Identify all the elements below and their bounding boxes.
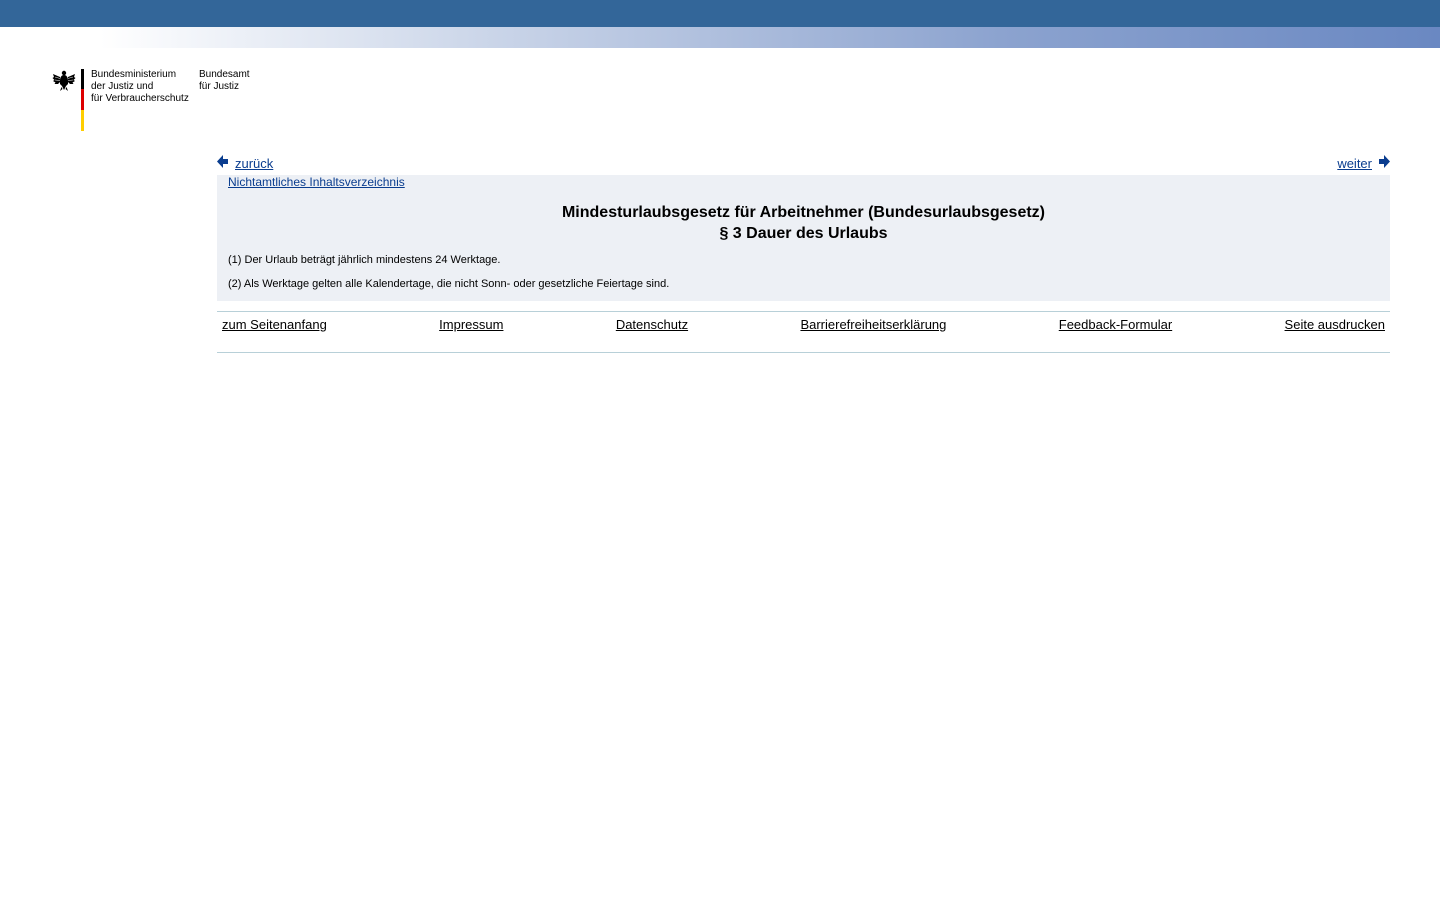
footer-link-privacy[interactable]: Datenschutz [616,317,688,333]
flag-stripe [81,69,84,131]
law-content-box: Nichtamtliches Inhaltsverzeichnis Mindes… [217,175,1390,301]
top-bar [0,0,1440,27]
pagination-nav: zurück weiter [217,155,1390,175]
toc-link[interactable]: Nichtamtliches Inhaltsverzeichnis [228,175,405,189]
footer-link-impressum[interactable]: Impressum [439,317,503,333]
office-line: Bundesamt [199,69,250,80]
footer-link-feedback[interactable]: Feedback-Formular [1059,317,1172,333]
footer-link-top[interactable]: zum Seitenanfang [222,317,327,333]
gradient-bar [0,27,1440,48]
forward-link-label[interactable]: weiter [1337,155,1372,173]
ministry-line: Bundesministerium [91,69,177,80]
section-title: § 3 Dauer des Urlaubs [719,225,888,242]
arrow-right-icon [1379,155,1390,168]
paragraph: (1) Der Urlaub beträgt jährlich mindeste… [228,254,501,266]
law-title: Mindesturlaubsgesetz für Arbeitnehmer (B… [561,204,1046,221]
footer-links: zum Seitenanfang Impressum Datenschutz B… [222,317,1385,333]
paragraph: (2) Als Werktage gelten alle Kalendertag… [228,278,670,290]
office-line: für Justiz [199,81,240,92]
federal-eagle-icon [52,70,76,91]
ministry-line: für Verbraucherschutz [91,93,189,104]
back-link[interactable]: zurück [217,155,273,173]
arrow-left-icon [217,155,228,168]
ministry-line: der Justiz und [91,81,154,92]
back-link-label[interactable]: zurück [235,155,273,173]
office-name: Bundesamt für Justiz [199,69,250,93]
page-title: Mindesturlaubsgesetz für Arbeitnehmer (B… [217,202,1390,244]
footer-link-print[interactable]: Seite ausdrucken [1285,317,1385,333]
footer-link-accessibility[interactable]: Barrierefreiheitserklärung [800,317,946,333]
ministry-name: Bundesministerium der Justiz und für Ver… [91,69,189,105]
forward-link[interactable]: weiter [1337,155,1390,173]
footer: zum Seitenanfang Impressum Datenschutz B… [217,311,1390,353]
ministry-logo[interactable]: Bundesministerium der Justiz und für Ver… [52,66,312,136]
